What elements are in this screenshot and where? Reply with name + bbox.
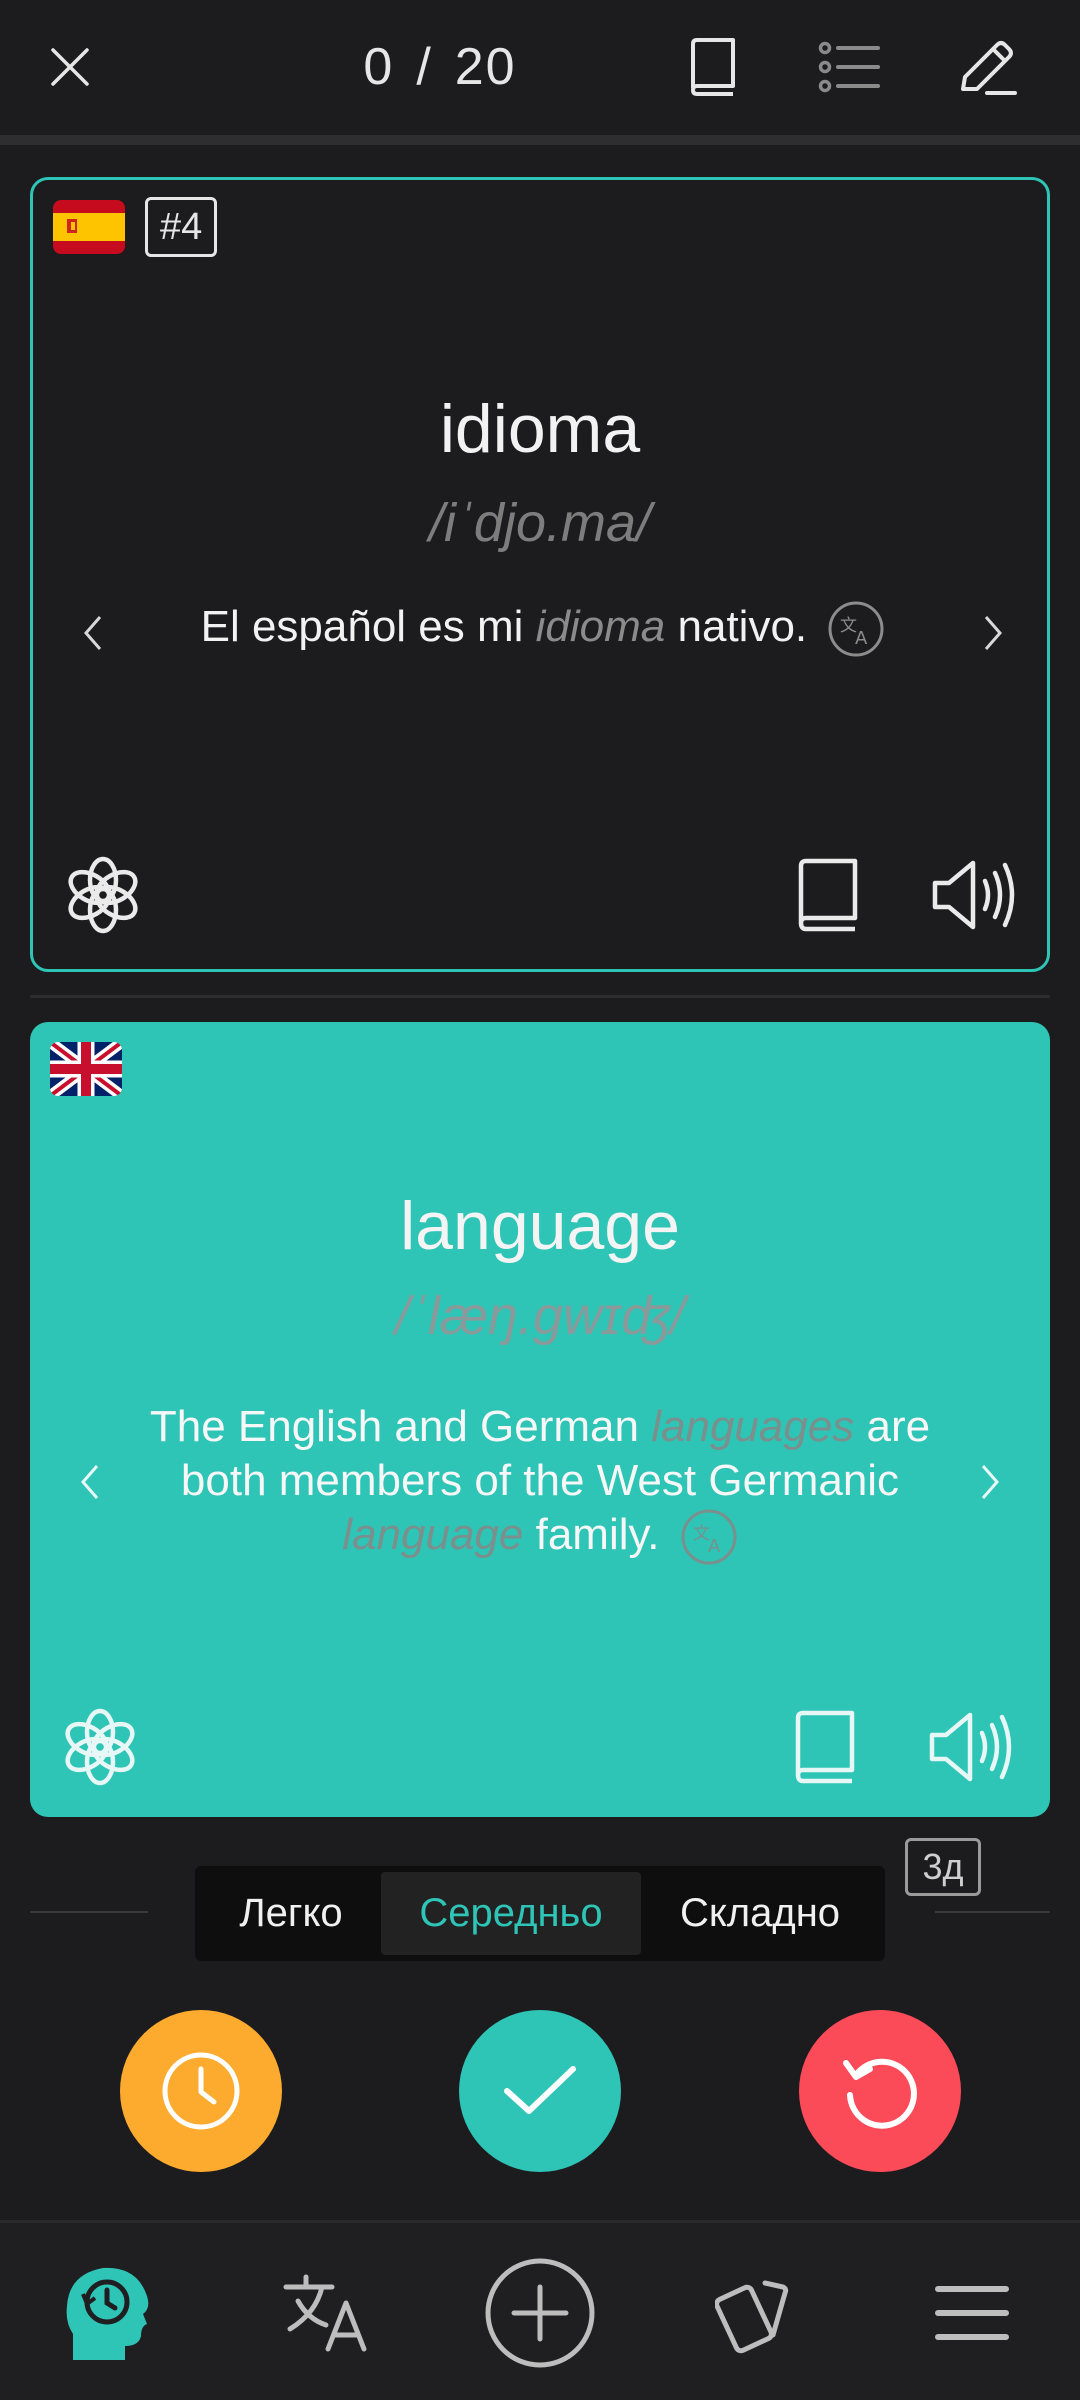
close-icon[interactable] — [35, 30, 105, 104]
front-transcription: /iˈdjo.ma/ — [428, 493, 652, 553]
translate-example-icon[interactable]: 文 A — [827, 600, 885, 658]
divider-line — [30, 1911, 148, 1913]
back-example-sentence: The English and German languages are bot… — [110, 1400, 970, 1566]
front-word: idioma — [439, 391, 641, 467]
chatgpt-icon[interactable] — [55, 1702, 145, 1792]
chatgpt-icon[interactable] — [58, 850, 148, 940]
back-word: language — [400, 1188, 680, 1264]
edit-icon[interactable] — [948, 30, 1028, 104]
clock-icon — [159, 2049, 243, 2133]
next-example-icon[interactable] — [965, 1452, 1015, 1512]
bottom-nav — [0, 2223, 1080, 2400]
next-example-icon[interactable] — [968, 603, 1018, 663]
top-divider — [0, 135, 1080, 145]
example-highlight: language — [342, 1510, 524, 1559]
progress-total: 20 — [454, 38, 517, 96]
interval-badge: 3д — [905, 1838, 981, 1896]
progress-current: 0 — [363, 38, 395, 96]
card-number-badge: #4 — [145, 197, 218, 257]
flag-uk-icon — [50, 1042, 122, 1096]
progress-separator: / — [416, 38, 433, 96]
difficulty-hard[interactable]: Складно — [641, 1872, 879, 1955]
example-text: The English and German — [149, 1402, 652, 1451]
example-text: El español es mi — [200, 602, 536, 651]
progress-counter: 0 / 20 — [330, 30, 550, 104]
book-icon[interactable] — [780, 1702, 870, 1792]
example-text: nativo. — [665, 602, 808, 651]
prev-example-icon[interactable] — [68, 603, 118, 663]
later-button[interactable] — [120, 2010, 282, 2172]
example-text: family. — [523, 1510, 660, 1559]
know-button[interactable] — [459, 2010, 621, 2172]
list-icon[interactable] — [810, 30, 890, 104]
check-icon — [502, 2063, 578, 2119]
divider-line — [935, 1911, 1050, 1913]
example-highlight: languages — [651, 1402, 855, 1451]
top-bar: 0 / 20 — [0, 0, 1080, 135]
front-example-sentence: El español es mi idioma nativo. 文 A — [143, 600, 943, 658]
front-card[interactable]: #4 idioma /iˈdjo.ma/ El español es mi id… — [30, 177, 1050, 972]
translate-icon[interactable] — [267, 2253, 387, 2373]
back-card[interactable]: language /ˈlæŋ.ɡwɪʤ/ The English and Ger… — [30, 1022, 1050, 1817]
example-highlight: idioma — [535, 602, 666, 651]
dictionary-icon[interactable] — [672, 30, 752, 104]
repeat-button[interactable] — [799, 2010, 961, 2172]
book-icon[interactable] — [783, 850, 873, 940]
difficulty-easy[interactable]: Легко — [201, 1872, 381, 1955]
flag-es-icon — [53, 200, 125, 254]
difficulty-selector: Легко Середньо Складно — [195, 1866, 885, 1961]
speaker-icon[interactable] — [923, 850, 1023, 940]
speaker-icon[interactable] — [920, 1702, 1020, 1792]
add-icon[interactable] — [480, 2253, 600, 2373]
difficulty-medium[interactable]: Середньо — [381, 1872, 641, 1955]
card-divider — [30, 995, 1050, 998]
menu-icon[interactable] — [912, 2253, 1032, 2373]
prev-example-icon[interactable] — [65, 1452, 115, 1512]
learning-head-icon[interactable] — [48, 2253, 168, 2373]
cards-icon[interactable] — [697, 2253, 817, 2373]
svg-text:A: A — [708, 1536, 721, 1557]
repeat-icon — [838, 2049, 922, 2133]
svg-text:A: A — [855, 628, 868, 649]
back-transcription: /ˈlæŋ.ɡwɪʤ/ — [394, 1286, 686, 1346]
translate-example-icon[interactable]: 文 A — [680, 1508, 738, 1566]
